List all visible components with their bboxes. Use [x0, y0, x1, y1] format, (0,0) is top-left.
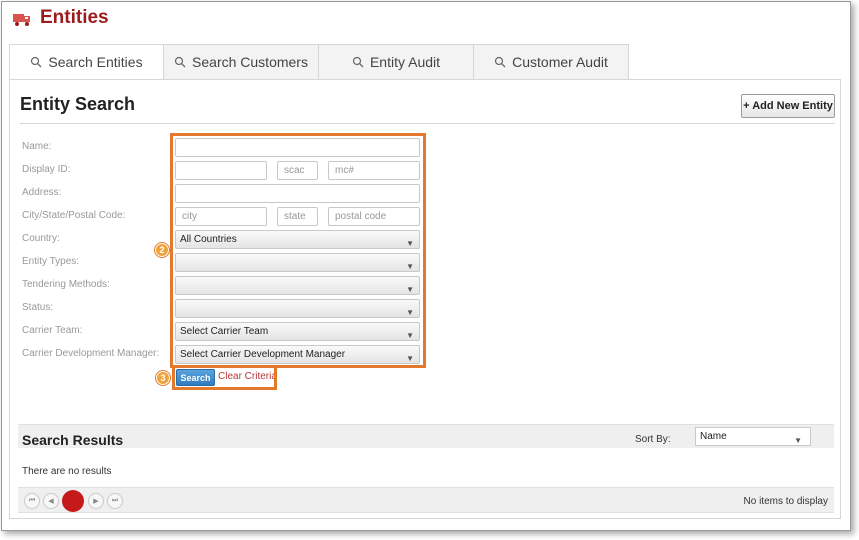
search-icon — [31, 56, 42, 68]
tab-search-customers[interactable]: Search Customers — [164, 44, 319, 80]
next-page-icon[interactable]: ▶ — [88, 493, 104, 509]
results-header: Search Results Sort By: Name ▼ — [18, 424, 834, 448]
last-page-icon[interactable]: ⏭ — [107, 493, 123, 509]
city-state-postal-label: City/State/Postal Code: — [22, 210, 126, 221]
tab-bar: Search Entities Search Customers Entity … — [9, 44, 629, 80]
search-panel: Entity Search + Add New Entity Name: Dis… — [9, 79, 841, 519]
tab-search-entities[interactable]: Search Entities — [9, 44, 164, 80]
truck-icon — [13, 14, 30, 26]
name-label: Name: — [22, 141, 52, 152]
pager: ⏮ ◀ ▶ ⏭ No items to display — [18, 487, 834, 513]
tab-customer-audit[interactable]: Customer Audit — [474, 44, 629, 80]
app-header: Entities — [2, 2, 850, 38]
carrier-team-label: Carrier Team: — [22, 325, 83, 336]
first-page-icon[interactable]: ⏮ — [24, 493, 40, 509]
search-icon — [174, 56, 186, 68]
tab-label: Search Entities — [48, 54, 143, 70]
app-window: Entities Search Entities Search Customer… — [1, 1, 851, 531]
actions-highlight — [172, 365, 277, 390]
display-id-label: Display ID: — [22, 164, 71, 175]
add-new-entity-button[interactable]: + Add New Entity — [741, 94, 835, 118]
page-title: Entity Search — [20, 94, 136, 114]
chevron-down-icon: ▼ — [794, 436, 802, 445]
status-label: Status: — [22, 302, 54, 313]
divider — [20, 123, 835, 124]
sort-by-label: Sort By: — [635, 434, 671, 445]
address-label: Address: — [22, 187, 62, 198]
country-label: Country: — [22, 233, 60, 244]
empty-results-text: There are no results — [22, 466, 112, 477]
tab-label: Search Customers — [192, 54, 308, 70]
sort-by-value: Name — [700, 431, 727, 442]
current-page-indicator[interactable] — [62, 490, 84, 512]
carrier-dev-manager-label: Carrier Development Manager: — [22, 348, 160, 359]
pager-status: No items to display — [743, 496, 828, 507]
tendering-methods-label: Tendering Methods: — [22, 279, 110, 290]
callout-badge-2: 2 — [155, 243, 169, 257]
sort-by-select[interactable]: Name ▼ — [695, 427, 811, 446]
entity-types-label: Entity Types: — [22, 256, 80, 267]
form-fields-highlight — [170, 133, 426, 368]
search-icon — [495, 56, 506, 68]
results-title: Search Results — [22, 432, 124, 448]
previous-page-icon[interactable]: ◀ — [43, 493, 59, 509]
tab-label: Entity Audit — [369, 54, 441, 70]
callout-badge-3: 3 — [156, 371, 170, 385]
tab-entity-audit[interactable]: Entity Audit — [319, 44, 474, 80]
search-icon — [352, 56, 364, 68]
app-title: Entities — [40, 7, 109, 28]
tab-label: Customer Audit — [512, 54, 608, 70]
